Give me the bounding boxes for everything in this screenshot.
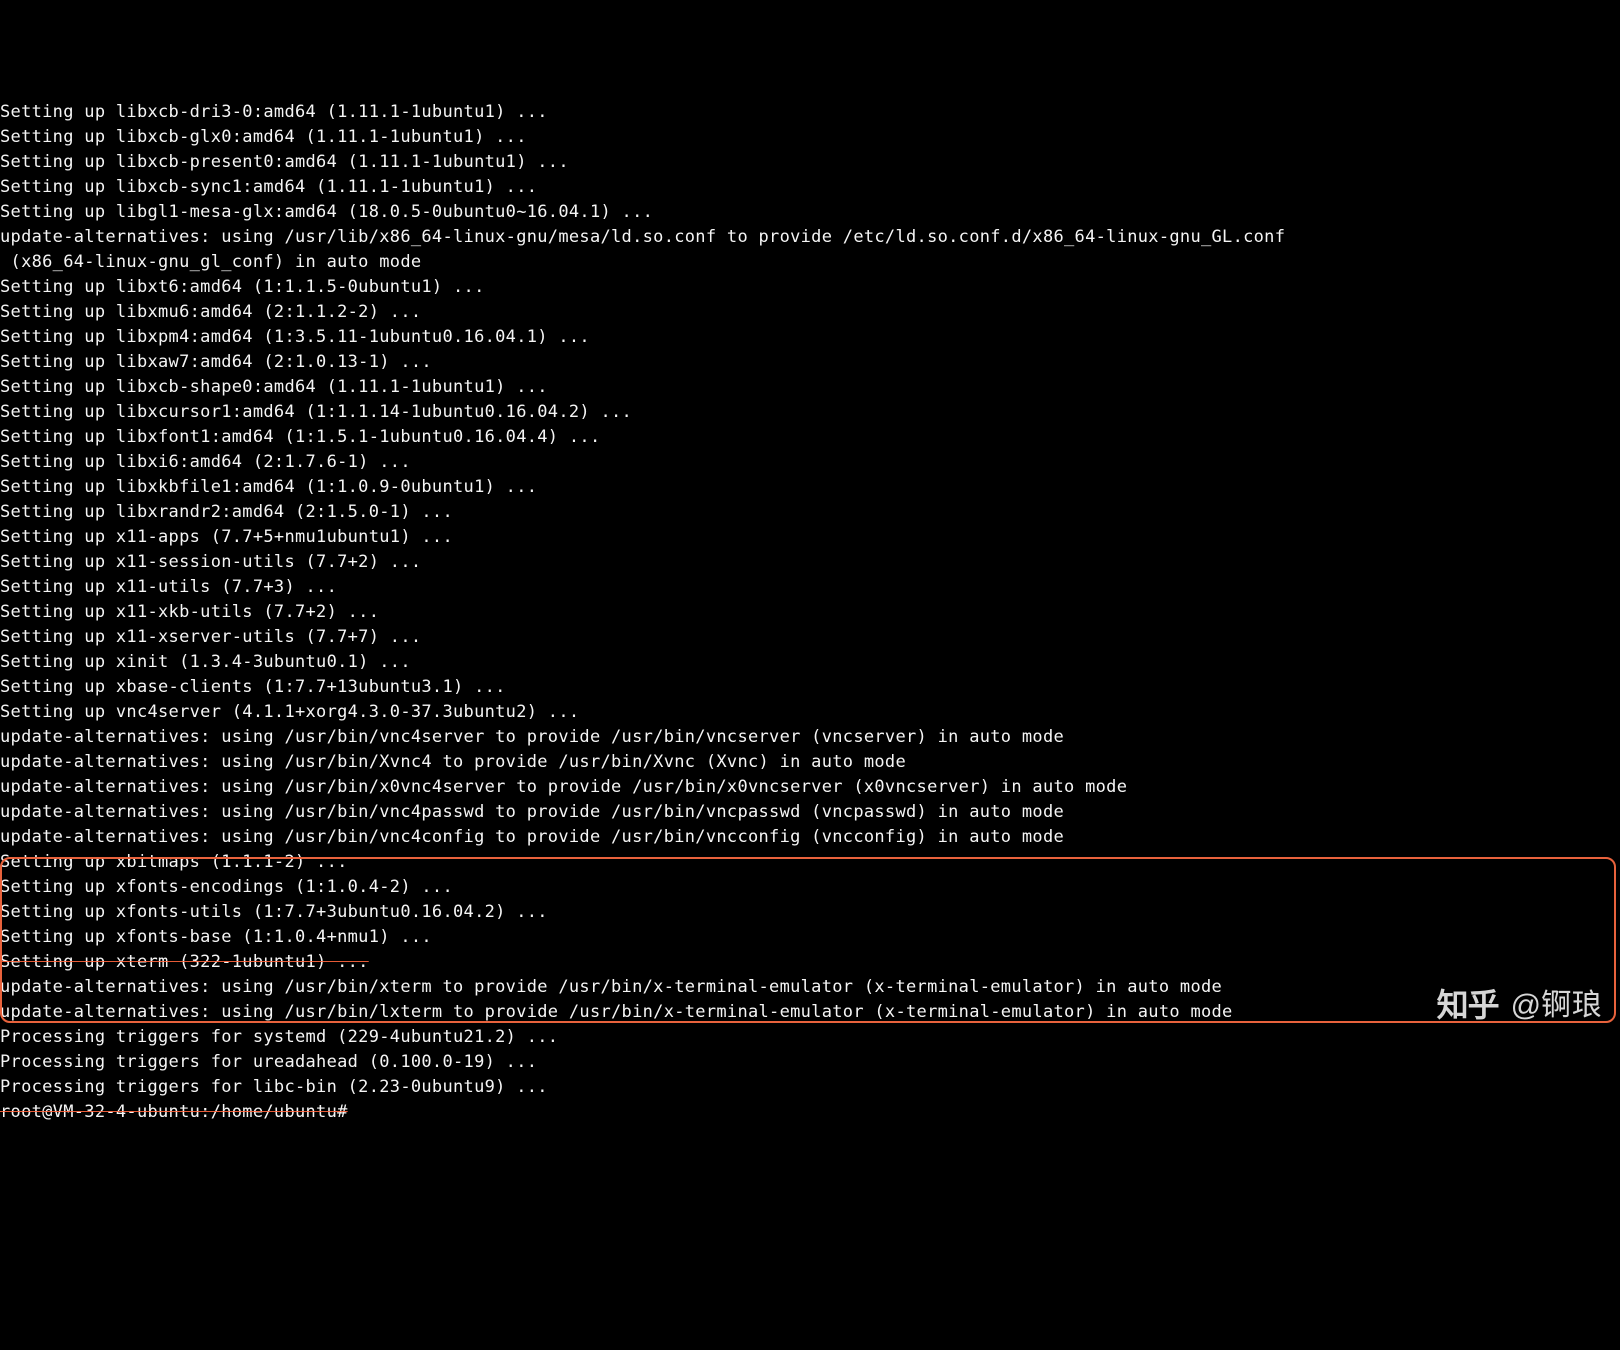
terminal-output[interactable]: Setting up libxcb-dri3-0:amd64 (1.11.1-1…: [0, 100, 1620, 1125]
terminal-line: Setting up libxcb-dri3-0:amd64 (1.11.1-1…: [0, 100, 1620, 125]
terminal-line: Setting up libxkbfile1:amd64 (1:1.0.9-0u…: [0, 475, 1620, 500]
terminal-line: Setting up libxcb-shape0:amd64 (1.11.1-1…: [0, 375, 1620, 400]
shell-prompt[interactable]: root@VM-32-4-ubuntu:/home/ubuntu#: [0, 1100, 1620, 1125]
terminal-line: update-alternatives: using /usr/bin/vnc4…: [0, 825, 1620, 850]
terminal-line: Setting up x11-xkb-utils (7.7+2) ...: [0, 600, 1620, 625]
terminal-line: Setting up libxcursor1:amd64 (1:1.1.14-1…: [0, 400, 1620, 425]
terminal-line: Setting up libxcb-present0:amd64 (1.11.1…: [0, 150, 1620, 175]
terminal-line: Setting up xfonts-encodings (1:1.0.4-2) …: [0, 875, 1620, 900]
terminal-line: Setting up libxcb-glx0:amd64 (1.11.1-1ub…: [0, 125, 1620, 150]
terminal-line: Setting up x11-session-utils (7.7+2) ...: [0, 550, 1620, 575]
terminal-line: Setting up x11-utils (7.7+3) ...: [0, 575, 1620, 600]
terminal-line-highlighted: Processing triggers for libc-bin (2.23-0…: [0, 1075, 1620, 1100]
terminal-line-struck: Setting up xterm (322-1ubuntu1) ...: [0, 950, 1620, 975]
terminal-line: update-alternatives: using /usr/bin/x0vn…: [0, 775, 1620, 800]
terminal-line: Setting up libxmu6:amd64 (2:1.1.2-2) ...: [0, 300, 1620, 325]
terminal-line: Setting up libxt6:amd64 (1:1.1.5-0ubuntu…: [0, 275, 1620, 300]
terminal-line: update-alternatives: using /usr/bin/vnc4…: [0, 725, 1620, 750]
terminal-line-highlighted: Processing triggers for ureadahead (0.10…: [0, 1050, 1620, 1075]
terminal-line: Setting up xfonts-base (1:1.0.4+nmu1) ..…: [0, 925, 1620, 950]
terminal-line: update-alternatives: using /usr/bin/vnc4…: [0, 800, 1620, 825]
terminal-line: Setting up libxpm4:amd64 (1:3.5.11-1ubun…: [0, 325, 1620, 350]
terminal-line-highlighted: Processing triggers for systemd (229-4ub…: [0, 1025, 1620, 1050]
terminal-line: Setting up xbitmaps (1.1.1-2) ...: [0, 850, 1620, 875]
terminal-line: Setting up xfonts-utils (1:7.7+3ubuntu0.…: [0, 900, 1620, 925]
terminal-line: Setting up libxcb-sync1:amd64 (1.11.1-1u…: [0, 175, 1620, 200]
terminal-line: Setting up xinit (1.3.4-3ubuntu0.1) ...: [0, 650, 1620, 675]
terminal-line: Setting up libgl1-mesa-glx:amd64 (18.0.5…: [0, 200, 1620, 225]
terminal-line: Setting up xbase-clients (1:7.7+13ubuntu…: [0, 675, 1620, 700]
terminal-line: Setting up libxfont1:amd64 (1:1.5.1-1ubu…: [0, 425, 1620, 450]
terminal-line: update-alternatives: using /usr/bin/Xvnc…: [0, 750, 1620, 775]
terminal-line: Setting up x11-apps (7.7+5+nmu1ubuntu1) …: [0, 525, 1620, 550]
terminal-line-highlighted: update-alternatives: using /usr/bin/lxte…: [0, 1000, 1620, 1025]
terminal-line: Setting up libxrandr2:amd64 (2:1.5.0-1) …: [0, 500, 1620, 525]
terminal-line: (x86_64-linux-gnu_gl_conf) in auto mode: [0, 250, 1620, 275]
terminal-line: Setting up libxi6:amd64 (2:1.7.6-1) ...: [0, 450, 1620, 475]
terminal-line: Setting up libxaw7:amd64 (2:1.0.13-1) ..…: [0, 350, 1620, 375]
terminal-line: update-alternatives: using /usr/lib/x86_…: [0, 225, 1620, 250]
terminal-line-highlighted: update-alternatives: using /usr/bin/xter…: [0, 975, 1620, 1000]
terminal-line: Setting up x11-xserver-utils (7.7+7) ...: [0, 625, 1620, 650]
terminal-line: Setting up vnc4server (4.1.1+xorg4.3.0-3…: [0, 700, 1620, 725]
